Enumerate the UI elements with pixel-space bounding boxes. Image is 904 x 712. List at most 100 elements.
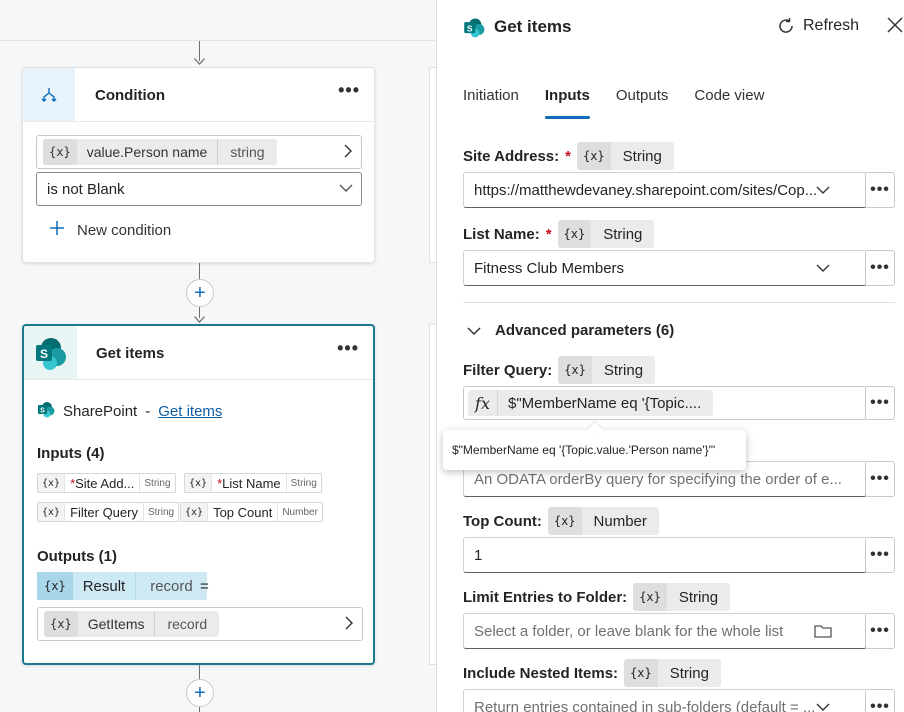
input-chip-list-name[interactable]: {x} *List Name String (184, 473, 322, 493)
input-chip-site-address[interactable]: {x} *Site Add... String (37, 473, 176, 493)
order-by-placeholder: An ODATA orderBy query for specifying th… (474, 470, 842, 488)
get-items-more-button[interactable]: ••• (337, 338, 359, 359)
chevron-down-icon (816, 186, 830, 194)
result-variable-chip[interactable]: {x} Result record (37, 572, 207, 600)
new-condition-label: New condition (77, 221, 172, 239)
variable-icon: {x} (633, 583, 667, 611)
advanced-parameters-toggle[interactable]: Advanced parameters (6) (467, 322, 674, 339)
connector-line (199, 707, 200, 712)
condition-more-button[interactable]: ••• (338, 80, 360, 101)
chevron-down-icon (467, 326, 481, 335)
variable-icon: {x} (558, 356, 592, 384)
type-label: String (603, 361, 644, 379)
variable-chip[interactable]: {x} GetItems record (44, 611, 220, 637)
tab-code-view[interactable]: Code view (694, 87, 764, 119)
variable-icon: {x} (576, 142, 611, 170)
connector-line (199, 263, 200, 279)
variable-chip[interactable]: {x} value.Person name string (43, 139, 277, 165)
refresh-button[interactable]: Refresh (777, 17, 859, 35)
arrow-down-icon (194, 316, 205, 323)
nested-items-more-button[interactable]: ••• (865, 689, 895, 712)
site-address-more-button[interactable]: ••• (865, 172, 895, 208)
filter-query-more-button[interactable]: ••• (865, 386, 895, 420)
chevron-right-icon[interactable] (343, 144, 353, 158)
top-count-more-button[interactable]: ••• (865, 537, 895, 573)
get-items-card[interactable]: S Get items ••• S SharePoint - Get items… (22, 324, 375, 665)
type-chip: {x} String (624, 659, 721, 687)
tab-outputs[interactable]: Outputs (616, 87, 669, 119)
result-name: Result (73, 572, 137, 600)
type-label: Number (593, 512, 647, 530)
type-label: String (622, 147, 662, 165)
chevron-down-icon (339, 184, 353, 192)
canvas-divider (0, 40, 436, 41)
variable-type: string (230, 144, 265, 160)
tab-inputs[interactable]: Inputs (544, 87, 590, 119)
get-items-action-link[interactable]: Get items (158, 403, 222, 420)
plus-icon (49, 220, 65, 240)
variable-icon: {x} (38, 503, 66, 521)
condition-variable-field[interactable]: {x} value.Person name string (36, 135, 362, 169)
input-chip-top-count[interactable]: {x} Top Count Number (180, 502, 323, 522)
formula-chip[interactable]: fx $"MemberName eq '{Topic.... (468, 390, 714, 416)
limit-folder-placeholder: Select a folder, or leave blank for the … (474, 622, 784, 640)
limit-folder-label-row: Limit Entries to Folder: {x} String (463, 583, 731, 611)
nested-items-label: Include Nested Items: (463, 664, 619, 682)
close-icon[interactable] (886, 16, 904, 34)
new-condition-button[interactable]: New condition (49, 220, 171, 240)
nested-items-dropdown[interactable]: Return entries contained in sub-folders … (463, 689, 867, 712)
type-chip: {x} String (558, 356, 656, 384)
add-step-button[interactable]: + (186, 679, 214, 707)
variable-icon: {x} (44, 611, 78, 637)
type-label: String (669, 664, 709, 682)
input-type: Number (277, 503, 322, 521)
refresh-icon (779, 18, 793, 33)
filter-query-value: $"MemberName eq '{Topic.... (508, 394, 702, 412)
sharepoint-logo-icon: S (463, 16, 485, 41)
nested-items-placeholder: Return entries contained in sub-folders … (474, 698, 816, 712)
separator: - (145, 402, 151, 420)
list-name-more-button[interactable]: ••• (865, 250, 895, 286)
get-items-title: Get items (96, 345, 165, 362)
top-count-label: Top Count: (463, 512, 542, 530)
variable-name: value.Person name (77, 139, 219, 165)
advanced-parameters-label: Advanced parameters (6) (495, 322, 675, 339)
input-name: Top Count (213, 504, 273, 520)
plus-icon: + (194, 282, 206, 304)
type-label: String (603, 225, 643, 243)
output-value-field[interactable]: {x} GetItems record (37, 607, 363, 641)
arrow-down-icon (194, 58, 205, 65)
variable-name: GetItems (78, 611, 156, 637)
list-name-dropdown[interactable]: Fitness Club Members (463, 250, 867, 286)
type-chip: {x} Number (547, 507, 659, 535)
tab-initiation[interactable]: Initiation (463, 87, 519, 119)
filter-query-label: Filter Query: (463, 361, 553, 379)
flow-canvas[interactable]: Condition ••• {x} value.Person name stri… (0, 0, 436, 712)
top-count-input[interactable]: 1 (463, 537, 867, 573)
properties-panel: S Get items Refresh Initiation Inputs Ou… (436, 0, 904, 712)
site-address-dropdown[interactable]: https://matthewdevaney.sharepoint.com/si… (463, 172, 867, 208)
limit-folder-input[interactable]: Select a folder, or leave blank for the … (463, 613, 867, 649)
connector-line-info: S SharePoint - Get items (37, 400, 222, 422)
connector-line (199, 665, 200, 679)
input-chip-filter-query[interactable]: {x} Filter Query String (37, 502, 180, 522)
limit-folder-more-button[interactable]: ••• (865, 613, 895, 649)
divider (463, 302, 895, 303)
adjacent-card-edge (429, 324, 436, 665)
add-step-button[interactable]: + (186, 279, 214, 307)
filter-query-field[interactable]: fx $"MemberName eq '{Topic.... (463, 386, 867, 420)
sharepoint-small-icon: S (37, 400, 55, 422)
operator-dropdown[interactable]: is not Blank (36, 172, 362, 206)
input-name: Filter Query (70, 504, 138, 520)
variable-icon: {x} (185, 474, 213, 492)
folder-icon[interactable] (814, 623, 832, 639)
plus-icon: + (194, 682, 206, 704)
chevron-right-icon[interactable] (344, 616, 354, 630)
order-by-more-button[interactable]: ••• (865, 461, 895, 497)
condition-card[interactable]: Condition ••• {x} value.Person name stri… (22, 67, 375, 263)
tab-bar: Initiation Inputs Outputs Code view (463, 87, 790, 119)
variable-icon: {x} (624, 659, 658, 687)
top-count-value: 1 (474, 546, 483, 564)
refresh-label: Refresh (803, 17, 860, 34)
condition-branch-icon (23, 68, 75, 121)
